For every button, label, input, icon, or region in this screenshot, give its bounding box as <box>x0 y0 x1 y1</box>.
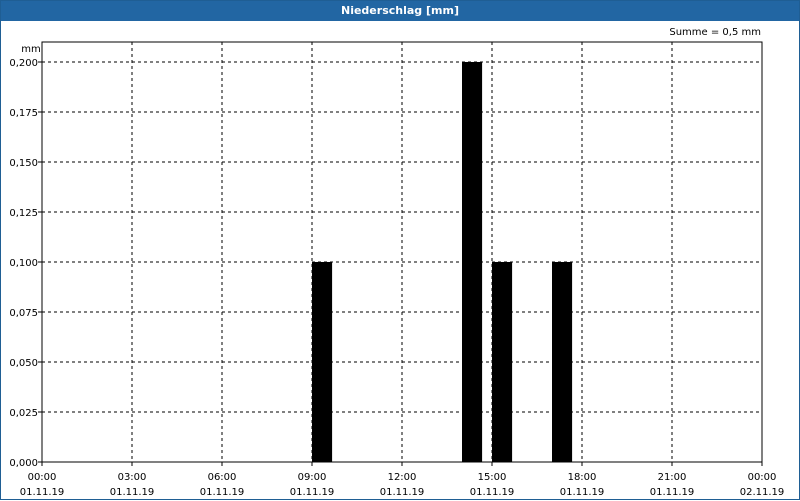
precipitation-bar <box>552 262 573 462</box>
precipitation-bar <box>312 262 333 462</box>
y-tick-label: 0,150 <box>9 158 38 169</box>
x-tick-date: 01.11.19 <box>290 487 335 498</box>
x-tick-date: 01.11.19 <box>470 487 515 498</box>
x-tick-date: 01.11.19 <box>380 487 425 498</box>
x-tick-time: 06:00 <box>208 472 237 483</box>
x-tick-date: 01.11.19 <box>20 487 65 498</box>
y-axis-unit: mm <box>21 44 40 55</box>
x-tick-time: 15:00 <box>478 472 507 483</box>
y-tick-label: 0,200 <box>9 58 38 69</box>
y-tick-label: 0,075 <box>9 308 38 319</box>
y-tick-label: 0,025 <box>9 408 38 419</box>
y-tick-label: 0,175 <box>9 108 38 119</box>
y-tick-label: 0,000 <box>9 458 38 469</box>
x-tick-time: 03:00 <box>118 472 147 483</box>
x-tick-time: 00:00 <box>748 472 777 483</box>
x-tick-date: 02.11.19 <box>740 487 785 498</box>
chart-window: Niederschlag [mm] Summe = 0,5 mm 0,000 0,… <box>0 0 800 500</box>
x-tick-time: 12:00 <box>388 472 417 483</box>
precipitation-bar <box>492 262 513 462</box>
x-tick-date: 01.11.19 <box>560 487 605 498</box>
precipitation-bar <box>462 62 483 462</box>
x-tick-date: 01.11.19 <box>110 487 155 498</box>
x-tick-time: 00:00 <box>28 472 57 483</box>
x-tick-time: 21:00 <box>658 472 687 483</box>
x-tick-time: 18:00 <box>568 472 597 483</box>
x-tick-date: 01.11.19 <box>650 487 695 498</box>
y-tick-label: 0,100 <box>9 258 38 269</box>
x-tick-date: 01.11.19 <box>200 487 245 498</box>
y-tick-label: 0,050 <box>9 358 38 369</box>
y-tick-label: 0,125 <box>9 208 38 219</box>
x-tick-time: 09:00 <box>298 472 327 483</box>
precipitation-chart: 0,000 0,025 0,050 0,075 0,100 0,125 0,150 0,175… <box>9 41 785 498</box>
